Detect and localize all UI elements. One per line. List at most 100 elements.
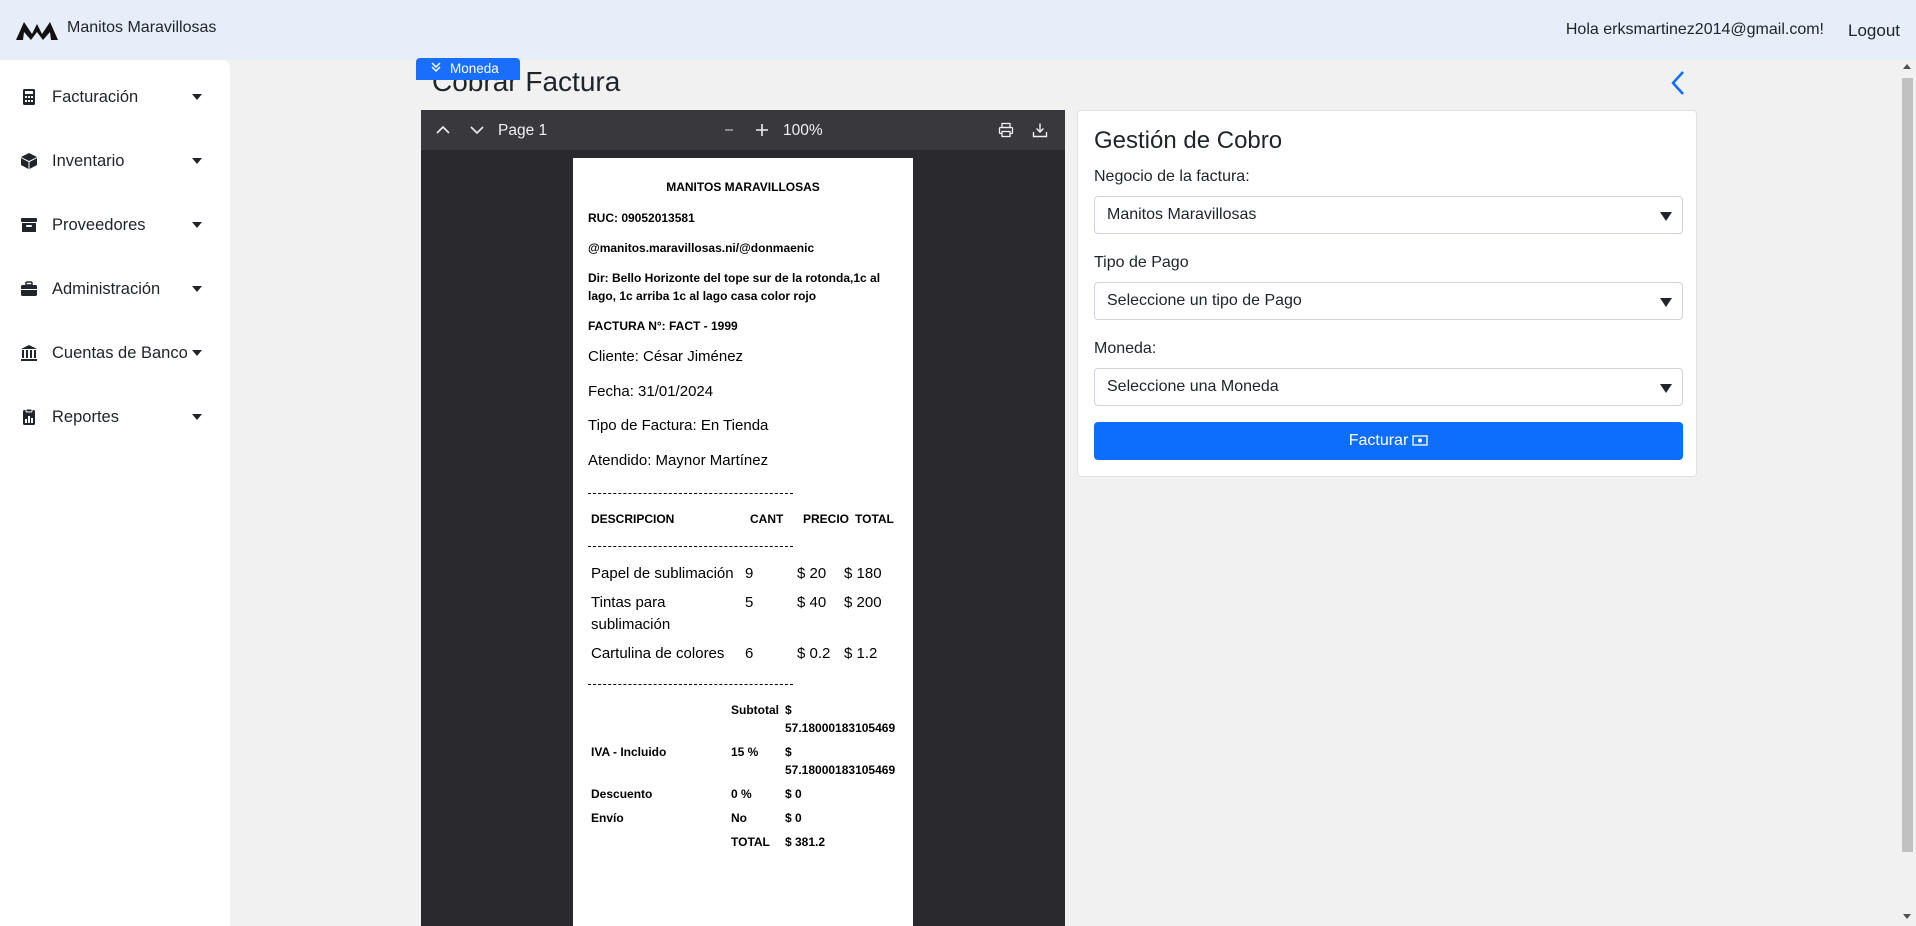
double-chevron-down-icon bbox=[431, 62, 441, 73]
total-label: TOTAL bbox=[731, 835, 770, 849]
print-icon[interactable] bbox=[998, 122, 1014, 138]
sidebar-item-administracion[interactable]: Administración bbox=[0, 269, 230, 309]
caret-down-icon bbox=[192, 222, 202, 228]
item-description: Cartulina de colores bbox=[591, 645, 725, 662]
scroll-down-icon[interactable] bbox=[1903, 914, 1911, 919]
chevron-up-icon[interactable] bbox=[435, 122, 451, 138]
discount-label: Descuento bbox=[591, 787, 653, 801]
item-description: Papel de sublimación bbox=[591, 565, 734, 582]
zoom-level[interactable]: 100% bbox=[783, 122, 823, 140]
box-icon bbox=[21, 153, 37, 169]
caret-down-icon bbox=[192, 414, 202, 420]
logout-link[interactable]: Logout bbox=[1848, 21, 1900, 41]
sidebar-item-label: Reportes bbox=[52, 407, 119, 426]
column-header-quantity: CANT bbox=[750, 512, 784, 526]
payment-type-select[interactable]: Seleccione un tipo de Pago bbox=[1094, 282, 1683, 320]
divider bbox=[588, 546, 793, 547]
item-quantity: 6 bbox=[745, 645, 754, 662]
zoom-in-icon[interactable] bbox=[754, 122, 770, 138]
invoice-ruc: RUC: 09052013581 bbox=[588, 211, 695, 225]
sidebar-item-label: Proveedores bbox=[52, 215, 146, 234]
report-icon bbox=[23, 408, 35, 425]
calculator-icon bbox=[23, 89, 35, 105]
item-price: $ 20 bbox=[797, 565, 827, 582]
currency-select[interactable]: Seleccione una Moneda bbox=[1094, 368, 1683, 406]
shipping-value: $ 0 bbox=[785, 811, 802, 825]
chevron-down-icon[interactable] bbox=[469, 122, 485, 138]
discount-percent: 0 % bbox=[731, 787, 752, 801]
user-greeting: Hola erksmartinez2014@gmail.com! bbox=[1565, 21, 1824, 38]
page-indicator[interactable]: Page 1 bbox=[498, 122, 547, 140]
sidebar-item-label: Cuentas de Banco bbox=[52, 343, 188, 362]
payment-type-label: Tipo de Pago bbox=[1094, 254, 1189, 271]
iva-value: 57.18000183105469 bbox=[785, 763, 896, 777]
column-header-total: TOTAL bbox=[855, 512, 894, 526]
iva-label: IVA - Incluido bbox=[591, 745, 667, 759]
page-scrollbar[interactable] bbox=[1899, 60, 1916, 926]
briefcase-icon bbox=[21, 281, 37, 296]
invoice-address-line1: Dir: Bello Horizonte del tope sur de la … bbox=[588, 271, 881, 285]
moneda-chip-label: Moneda bbox=[450, 61, 499, 76]
subtotal-value: 57.18000183105469 bbox=[785, 721, 896, 735]
payment-card: Gestión de Cobro Negocio de la factura: … bbox=[1077, 110, 1697, 477]
sidebar-item-reportes[interactable]: Reportes bbox=[0, 397, 230, 437]
currency-select-value: Seleccione una Moneda bbox=[1107, 378, 1279, 395]
iva-percent: 15 % bbox=[731, 745, 759, 759]
invoice-type: Tipo de Factura: En Tienda bbox=[588, 417, 769, 434]
zoom-out-icon[interactable] bbox=[721, 122, 737, 138]
caret-down-icon bbox=[192, 350, 202, 356]
item-total: $ 180 bbox=[844, 565, 882, 582]
sidebar-item-cuentas-de-banco[interactable]: Cuentas de Banco bbox=[0, 333, 230, 373]
discount-value: $ 0 bbox=[785, 787, 802, 801]
facturar-button-label: Facturar bbox=[1348, 432, 1409, 449]
item-description-cont: sublimación bbox=[591, 616, 671, 633]
pdf-toolbar: Page 1 100% bbox=[421, 110, 1065, 150]
caret-down-icon bbox=[1660, 212, 1672, 221]
download-icon[interactable] bbox=[1032, 122, 1048, 138]
item-price: $ 0.2 bbox=[797, 645, 831, 662]
brand-name[interactable]: Manitos Maravillosas bbox=[67, 19, 216, 37]
item-description: Tintas para bbox=[591, 594, 666, 611]
invoice-page: MANITOS MARAVILLOSAS RUC: 09052013581 @m… bbox=[573, 158, 913, 926]
sidebar-item-label: Administración bbox=[52, 279, 161, 298]
invoice-number: FACTURA N°: FACT - 1999 bbox=[588, 319, 738, 333]
scroll-up-icon[interactable] bbox=[1903, 64, 1911, 69]
bank-icon bbox=[21, 345, 37, 361]
sidebar-item-label: Facturación bbox=[52, 87, 139, 106]
invoice-address-line2: lago, 1c arriba 1c al lago casa color ro… bbox=[588, 289, 817, 303]
invoice-business-name: MANITOS MARAVILLOSAS bbox=[666, 180, 820, 194]
moneda-toggle-button[interactable]: Moneda bbox=[416, 58, 520, 80]
subtotal-label: Subtotal bbox=[731, 703, 779, 717]
caret-down-icon bbox=[1660, 384, 1672, 393]
item-total: $ 200 bbox=[844, 594, 882, 611]
brand-logo-icon[interactable] bbox=[16, 18, 58, 42]
facturar-button[interactable]: Facturar bbox=[1094, 422, 1683, 460]
subtotal-currency: $ bbox=[785, 703, 792, 717]
cash-icon bbox=[1412, 435, 1428, 446]
pdf-viewer: Page 1 100% MANITOS MARAVILLOSAS RUC: 09… bbox=[421, 110, 1065, 926]
column-header-price: PRECIO bbox=[803, 512, 850, 526]
sidebar-item-facturacion[interactable]: Facturación bbox=[0, 77, 230, 117]
invoice-attended: Atendido: Maynor Martínez bbox=[588, 452, 769, 469]
top-navbar: Manitos Maravillosas Hola erksmartinez20… bbox=[0, 0, 1916, 60]
divider bbox=[588, 684, 793, 685]
sidebar-item-label: Inventario bbox=[52, 151, 125, 170]
caret-down-icon bbox=[1660, 298, 1672, 307]
sidebar-item-inventario[interactable]: Inventario bbox=[0, 141, 230, 181]
caret-down-icon bbox=[192, 94, 202, 100]
scrollbar-thumb[interactable] bbox=[1902, 78, 1913, 852]
sidebar-item-proveedores[interactable]: Proveedores bbox=[0, 205, 230, 245]
caret-down-icon bbox=[192, 286, 202, 292]
iva-currency: $ bbox=[785, 745, 792, 759]
invoice-social: @manitos.maravillosas.ni/@donmaenic bbox=[588, 241, 815, 255]
item-price: $ 40 bbox=[797, 594, 827, 611]
card-title: Gestión de Cobro bbox=[1094, 127, 1283, 154]
caret-down-icon bbox=[192, 158, 202, 164]
business-select[interactable]: Manitos Maravillosas bbox=[1094, 196, 1683, 234]
shipping-flag: No bbox=[731, 811, 747, 825]
back-chevron-icon[interactable] bbox=[1668, 69, 1688, 97]
invoice-client: Cliente: César Jiménez bbox=[588, 348, 744, 365]
invoice-date: Fecha: 31/01/2024 bbox=[588, 383, 714, 400]
item-quantity: 9 bbox=[745, 565, 754, 582]
currency-label: Moneda: bbox=[1094, 340, 1157, 357]
